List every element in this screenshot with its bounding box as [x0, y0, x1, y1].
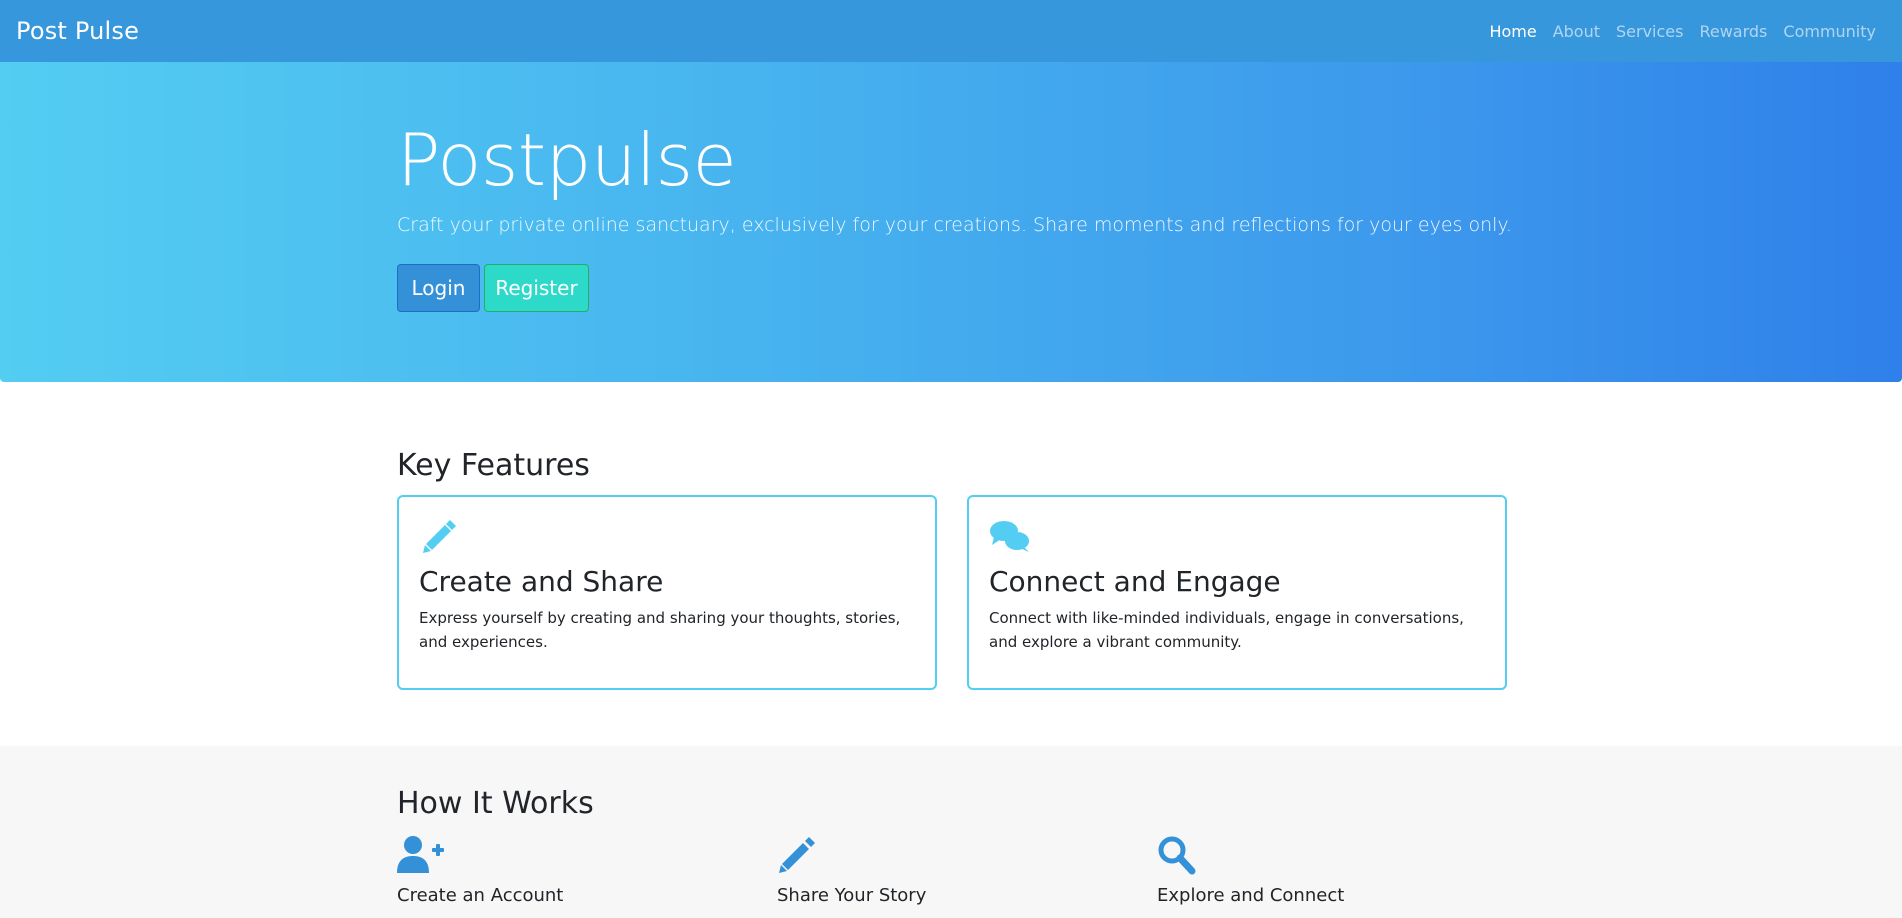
- hero-section: Postpulse Craft your private online sanc…: [0, 62, 1902, 382]
- pencil-icon: [777, 835, 825, 875]
- nav-links: Home About Services Rewards Community: [1481, 22, 1884, 41]
- comments-icon: [989, 517, 1029, 557]
- hero-subtitle: Craft your private online sanctuary, exc…: [397, 214, 1512, 236]
- step-explore-connect: Explore and Connect: [1157, 835, 1537, 906]
- features-cards: Create and Share Express yourself by cre…: [397, 495, 1507, 690]
- hero-content: Postpulse Craft your private online sanc…: [397, 124, 1512, 312]
- user-plus-icon: [397, 835, 445, 875]
- pencil-icon: [419, 517, 459, 557]
- features-title: Key Features: [397, 448, 590, 483]
- feature-card-title: Create and Share: [419, 565, 664, 598]
- feature-card-create: Create and Share Express yourself by cre…: [397, 495, 937, 690]
- steps-list: Create an Account Share Your Story Explo…: [397, 835, 1537, 906]
- nav-link-services[interactable]: Services: [1608, 22, 1691, 41]
- search-icon: [1157, 835, 1205, 875]
- feature-card-connect: Connect and Engage Connect with like-min…: [967, 495, 1507, 690]
- hero-title: Postpulse: [397, 118, 737, 202]
- nav-link-rewards[interactable]: Rewards: [1691, 22, 1775, 41]
- step-title: Create an Account: [397, 885, 564, 906]
- step-share-story: Share Your Story: [777, 835, 1157, 906]
- hero-buttons: Login Register: [397, 264, 1512, 312]
- brand-logo[interactable]: Post Pulse: [16, 17, 139, 45]
- nav-link-about[interactable]: About: [1545, 22, 1608, 41]
- how-it-works-section: How It Works Create an Account Share You…: [0, 746, 1902, 918]
- feature-card-text: Express yourself by creating and sharing…: [419, 609, 901, 651]
- register-button[interactable]: Register: [484, 264, 589, 312]
- step-create-account: Create an Account: [397, 835, 777, 906]
- how-it-works-content: How It Works Create an Account Share You…: [397, 786, 1537, 906]
- how-it-works-title: How It Works: [397, 786, 594, 821]
- nav-link-community[interactable]: Community: [1775, 22, 1884, 41]
- nav-link-home[interactable]: Home: [1481, 22, 1544, 41]
- feature-card-text: Connect with like-minded individuals, en…: [989, 609, 1464, 651]
- features-section: Key Features Create and Share Express yo…: [397, 448, 1507, 690]
- feature-card-title: Connect and Engage: [989, 565, 1281, 598]
- navbar: Post Pulse Home About Services Rewards C…: [0, 0, 1902, 62]
- login-button[interactable]: Login: [397, 264, 480, 312]
- step-title: Explore and Connect: [1157, 885, 1345, 906]
- step-title: Share Your Story: [777, 885, 927, 906]
